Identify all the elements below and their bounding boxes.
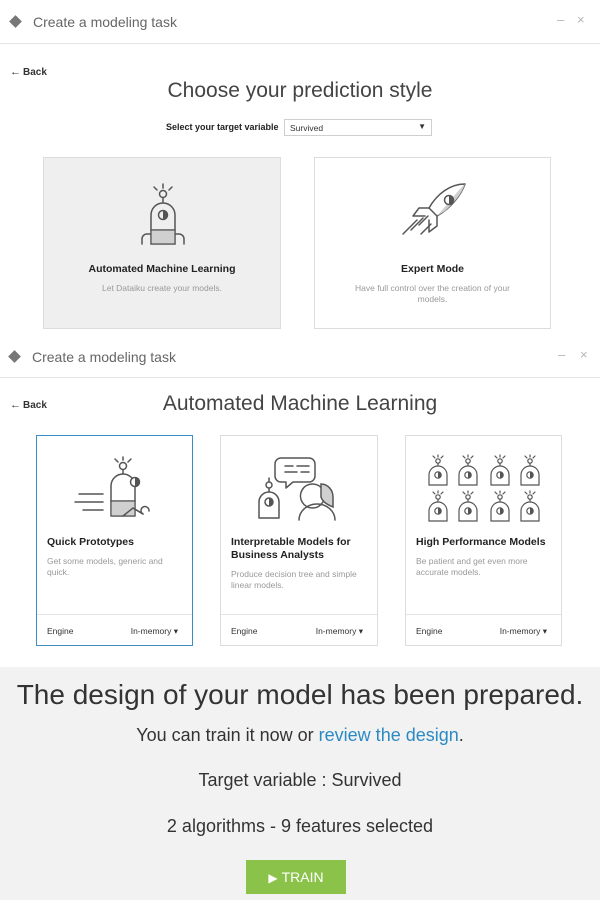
window-title: Create a modeling task	[32, 349, 176, 365]
expert-mode-card[interactable]: Expert Mode Have full control over the c…	[314, 157, 551, 329]
caret-down-icon: ▾	[542, 626, 547, 636]
card-description: Let Dataiku create your models.	[101, 283, 222, 293]
automated-ml-card[interactable]: Automated Machine Learning Let Dataiku c…	[43, 157, 281, 329]
robot-human-chat-icon	[258, 457, 336, 521]
quick-prototypes-card[interactable]: Quick Prototypes Get some models, generi…	[36, 435, 193, 646]
title-bar: Create a modeling task – ×	[0, 334, 600, 378]
back-link[interactable]: ← Back	[10, 66, 47, 78]
target-variable-select[interactable]: Survived ▼	[284, 119, 432, 136]
title-bar: Create a modeling task – ×	[0, 0, 600, 44]
high-performance-models-card[interactable]: High Performance Models Be patient and g…	[405, 435, 562, 646]
algorithms-line: 2 algorithms - 9 features selected	[166, 816, 434, 836]
card-description: Have full control over the creation of y…	[355, 283, 510, 305]
engine-label: Engine	[47, 626, 74, 636]
train-now-line: You can train it now or review the desig…	[0, 725, 600, 746]
card-description: Be patient and get even more accurate mo…	[416, 556, 528, 578]
engine-value: In-memory	[315, 626, 357, 636]
model-prepared-panel: The design of your model has been prepar…	[0, 667, 600, 900]
caret-down-icon: ▾	[358, 626, 363, 636]
back-label: Back	[23, 67, 47, 78]
close-button[interactable]: ×	[580, 347, 588, 362]
engine-label: Engine	[231, 626, 258, 636]
train-button-label: TRAIN	[281, 869, 324, 885]
engine-value: In-memory	[130, 626, 172, 636]
engine-row: Engine In-memory ▾	[37, 614, 192, 645]
robot-icon	[141, 183, 185, 245]
rocket-icon	[402, 183, 466, 235]
target-variable-row: Select your target variable Survived ▼	[0, 119, 600, 137]
minimize-button[interactable]: –	[557, 12, 564, 27]
engine-row: Engine In-memory ▾	[221, 614, 377, 645]
target-variable-label: Select your target variable	[166, 122, 279, 132]
app-diamond-icon	[8, 350, 21, 363]
play-icon: ▶	[268, 871, 278, 885]
window-title: Create a modeling task	[33, 14, 177, 30]
caret-down-icon: ▾	[173, 626, 178, 636]
card-title: Automated Machine Learning	[88, 263, 236, 275]
modeling-task-window-1: Create a modeling task – × ← Back Choose …	[0, 0, 600, 345]
card-title: Interpretable Models for Business Analys…	[231, 536, 351, 562]
engine-select[interactable]: In-memory ▾	[131, 626, 178, 637]
card-title: Quick Prototypes	[47, 536, 134, 548]
engine-value: In-memory	[499, 626, 541, 636]
engine-select[interactable]: In-memory ▾	[500, 626, 547, 637]
train-now-text: You can train it now or	[136, 725, 319, 745]
robot-grid-icon	[428, 454, 540, 522]
prepared-title: The design of your model has been prepar…	[16, 679, 584, 710]
interpretable-models-card[interactable]: Interpretable Models for Business Analys…	[220, 435, 378, 646]
target-variable-line: Target variable : Survived	[198, 770, 402, 790]
target-variable-value: Survived	[290, 123, 324, 133]
engine-select[interactable]: In-memory ▾	[316, 626, 363, 637]
chevron-down-icon: ▼	[418, 122, 426, 131]
train-button[interactable]: ▶ TRAIN	[246, 860, 346, 894]
train-now-suffix: .	[458, 725, 464, 745]
page-title: Automated Machine Learning	[162, 392, 438, 415]
card-title: Expert Mode	[400, 263, 464, 275]
engine-row: Engine In-memory ▾	[406, 614, 561, 645]
app-diamond-icon	[9, 15, 22, 28]
page-title: Choose your prediction style	[167, 79, 433, 102]
review-design-link[interactable]: review the design	[319, 725, 459, 745]
back-arrow-icon: ←	[10, 66, 21, 78]
engine-label: Engine	[416, 626, 443, 636]
card-title: High Performance Models	[416, 536, 546, 548]
minimize-button[interactable]: –	[558, 347, 565, 362]
card-description: Produce decision tree and simple linear …	[231, 569, 357, 591]
close-button[interactable]: ×	[577, 12, 585, 27]
card-description: Get some models, generic and quick.	[47, 556, 163, 578]
modeling-task-window-2: Create a modeling task – × ← Back Automat…	[0, 334, 600, 667]
fast-robot-icon	[74, 456, 150, 517]
